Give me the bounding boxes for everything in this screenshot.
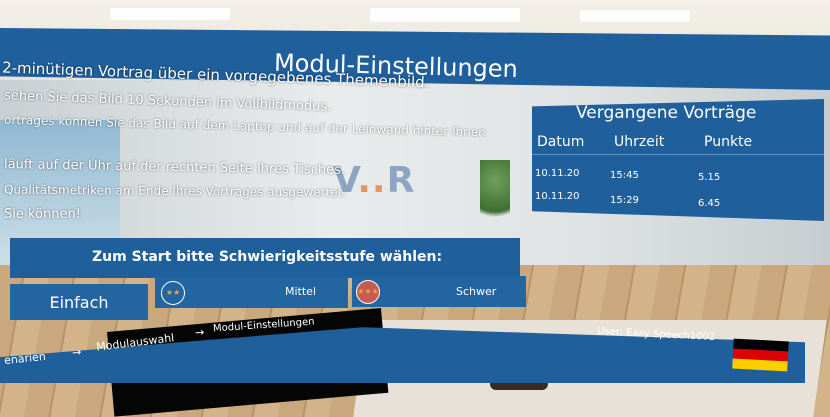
breadcrumb-separator: →	[71, 345, 82, 360]
instructions-panel: 2-minütigen Vortrag über ein vorgegebene…	[0, 58, 535, 257]
table-cell-datum: 10.11.20	[535, 191, 580, 202]
table-cell-uhrzeit: 15:45	[610, 170, 639, 181]
breadcrumb-separator: →	[194, 325, 205, 340]
table-cell-punkte: 6.45	[698, 198, 721, 209]
instruction-line: sehen Sie das Bild 10 Sekunden im Vollbi…	[3, 88, 332, 115]
table-cell-datum: 10.11.20	[535, 168, 580, 179]
difficulty-hard-label: Schwer	[456, 285, 497, 298]
column-header-datum: Datum	[537, 134, 585, 150]
column-header-uhrzeit: Uhrzeit	[614, 134, 665, 150]
difficulty-hard-button[interactable]: ★★★ Schwer	[352, 276, 526, 307]
instruction-line: ortrages können Sie das Bild auf dem Lap…	[3, 112, 486, 140]
hard-difficulty-icon: ★★★	[356, 280, 380, 304]
instruction-line: Qualitätsmetriken am Ende Ihres Vortrage…	[3, 182, 347, 200]
table-cell-uhrzeit: 15:29	[610, 195, 639, 206]
instruction-line: Sie können!	[4, 207, 81, 222]
difficulty-medium-button[interactable]: ★★ Mittel	[155, 277, 348, 308]
ceiling-light	[580, 10, 690, 22]
past-talks-title: Vergangene Vorträge	[576, 103, 757, 123]
difficulty-easy-button[interactable]: Einfach	[10, 284, 148, 320]
difficulty-easy-label: Einfach	[49, 292, 109, 312]
divider	[532, 154, 824, 155]
column-header-punkte: Punkte	[704, 134, 753, 150]
difficulty-prompt: Zum Start bitte Schwierigkeitsstufe wähl…	[92, 249, 443, 265]
instruction-line: 2-minütigen Vortrag über ein vorgegebene…	[1, 58, 430, 92]
german-flag-icon[interactable]	[732, 338, 789, 372]
table-cell-punkte: 5.15	[698, 172, 721, 183]
instruction-line: läuft auf der Uhr auf der rechten Seite …	[3, 157, 346, 178]
difficulty-medium-label: Mittel	[285, 285, 316, 298]
medium-difficulty-icon: ★★	[161, 281, 185, 305]
ceiling-light	[110, 8, 230, 20]
ceiling-light	[370, 8, 520, 22]
